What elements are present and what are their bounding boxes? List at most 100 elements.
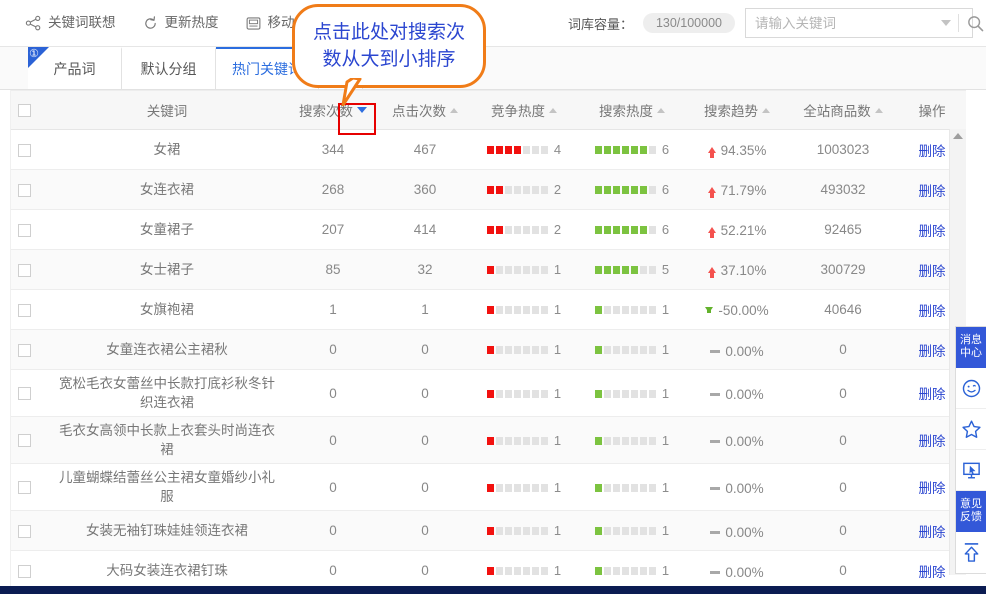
heat-bar-segment: [630, 306, 638, 315]
row-delete-button[interactable]: 删除: [919, 481, 946, 496]
row-checkbox[interactable]: [17, 434, 31, 448]
favorite-button[interactable]: [956, 409, 986, 450]
heat-bar-segment: [639, 527, 647, 536]
chevron-down-icon[interactable]: [941, 20, 951, 26]
sort-asc-arrow-icon[interactable]: [450, 107, 458, 113]
row-delete-button[interactable]: 删除: [919, 525, 946, 540]
header-search-count[interactable]: 搜索次数: [286, 90, 380, 130]
trend-value: 0.00%: [725, 481, 764, 496]
search-input[interactable]: [746, 9, 941, 37]
heat-bars: [594, 226, 656, 235]
scroll-up-arrow-icon[interactable]: [953, 133, 963, 139]
sort-desc-arrow-icon[interactable]: [357, 107, 367, 113]
table-row[interactable]: 女旗袍裙 1 1 1 1 -50.00% 40646 删除: [0, 289, 966, 330]
tab-default-group[interactable]: 默认分组: [122, 47, 216, 89]
trend-cell: 0.00%: [686, 416, 788, 464]
smiley-button[interactable]: [956, 368, 986, 409]
table-row[interactable]: 毛衣女高领中长款上衣套头时尚连衣裙 0 0 1 1 0.00% 0 删除: [0, 416, 966, 464]
row-checkbox[interactable]: [17, 183, 31, 197]
screen-cursor-button[interactable]: [956, 450, 986, 491]
row-delete-button[interactable]: 删除: [919, 387, 946, 402]
heat-bar-segment: [522, 186, 530, 195]
header-search-heat[interactable]: 搜索热度: [578, 90, 686, 130]
header-goods-count[interactable]: 全站商品数: [788, 90, 898, 130]
row-delete-button[interactable]: 删除: [919, 434, 946, 449]
heat-bar-segment: [603, 346, 611, 355]
heat-bar-segment: [495, 389, 503, 398]
row-delete-button[interactable]: 删除: [919, 264, 946, 279]
row-delete-button[interactable]: 删除: [919, 344, 946, 359]
heat-bar-segment: [531, 146, 539, 155]
search-count-cell: 85: [286, 249, 380, 290]
star-icon: [961, 419, 981, 438]
table-row[interactable]: 儿童蝴蝶结蕾丝公主裙女童婚纱小礼服 0 0 1 1 0.00% 0 删除: [0, 463, 966, 511]
table-row[interactable]: 女童裙子 207 414 2 6 52.21% 92465 删除: [0, 209, 966, 250]
row-checkbox[interactable]: [17, 343, 31, 357]
heat-bar-segment: [648, 483, 656, 492]
table-row[interactable]: 宽松毛衣女蕾丝中长款打底衫秋冬针织连衣裙 0 0 1 1 0.00% 0 删除: [0, 369, 966, 417]
row-delete-button[interactable]: 删除: [919, 184, 946, 199]
heat-bar-segment: [486, 306, 494, 315]
heat-bar-segment: [648, 346, 656, 355]
keyword-text: 女旗袍裙: [140, 302, 194, 317]
row-checkbox[interactable]: [17, 303, 31, 317]
table-row[interactable]: 女士裙子 85 32 1 5 37.10% 300729 删除: [0, 249, 966, 290]
sort-asc-arrow-icon[interactable]: [549, 107, 557, 113]
heat-bar-segment: [495, 266, 503, 275]
keyword-text: 女连衣裙: [140, 182, 194, 197]
header-trend[interactable]: 搜索趋势: [686, 90, 788, 130]
back-to-top-button[interactable]: [956, 532, 986, 573]
table-row[interactable]: 女童连衣裙公主裙秋 0 0 1 1 0.00% 0 删除: [0, 329, 966, 370]
heat-bar-segment: [495, 346, 503, 355]
table-row[interactable]: 女裙 344 467 4 6 94.35% 1003023 删除: [0, 129, 966, 170]
row-checkbox[interactable]: [17, 481, 31, 495]
trend-flat-icon: [710, 440, 721, 443]
row-checkbox[interactable]: [17, 387, 31, 401]
keyword-cell: 女连衣裙: [48, 169, 286, 210]
select-all-checkbox[interactable]: [17, 104, 31, 118]
row-delete-button[interactable]: 删除: [919, 565, 946, 580]
heat-bar-segment: [513, 226, 521, 235]
heat-bars: [486, 527, 548, 536]
row-delete-button[interactable]: 删除: [919, 304, 946, 319]
keyword-cell: 女装无袖钉珠娃娃领连衣裙: [48, 510, 286, 551]
search-heat-cell: 1: [578, 550, 686, 591]
click-count-cell: 0: [380, 416, 470, 464]
keyword-suggestion-button[interactable]: 关键词联想: [12, 8, 129, 38]
table-row[interactable]: 大码女装连衣裙钉珠 0 0 1 1 0.00% 0 删除: [0, 550, 966, 591]
sort-asc-arrow-icon[interactable]: [762, 107, 770, 113]
table-row[interactable]: 女连衣裙 268 360 2 6 71.79% 493032 删除: [0, 169, 966, 210]
heat-bar-segment: [630, 389, 638, 398]
row-checkbox[interactable]: [17, 263, 31, 277]
table-head: 关键词 搜索次数 点击次数 竞争热度 搜索热度 搜索趋势 全站商品数 操作: [0, 90, 966, 130]
header-click-count[interactable]: 点击次数: [380, 90, 470, 130]
row-checkbox[interactable]: [17, 524, 31, 538]
row-delete-button[interactable]: 删除: [919, 224, 946, 239]
table-row[interactable]: 女装无袖钉珠娃娃领连衣裙 0 0 1 1 0.00% 0 删除: [0, 510, 966, 551]
keyword-text: 宽松毛衣女蕾丝中长款打底衫秋冬针织连衣裙: [59, 376, 275, 410]
search-button[interactable]: [959, 9, 986, 37]
tab-label: 默认分组: [140, 61, 197, 77]
click-count-cell: 0: [380, 329, 470, 370]
feedback-button[interactable]: 意见反馈: [956, 491, 986, 532]
heat-bar-segment: [486, 436, 494, 445]
search-heat-cell: 1: [578, 289, 686, 330]
refresh-heat-button[interactable]: 更新热度: [129, 8, 232, 38]
search-box[interactable]: [745, 8, 984, 38]
heat-bar-segment: [522, 146, 530, 155]
row-checkbox[interactable]: [17, 223, 31, 237]
message-center-button[interactable]: 消息中心: [956, 327, 986, 368]
callout-line-1: 点击此处对搜索次: [312, 22, 465, 43]
heat-bars: [486, 346, 548, 355]
heat-bar-segment: [531, 527, 539, 536]
row-checkbox[interactable]: [17, 564, 31, 578]
trend-cell: 37.10%: [686, 249, 788, 290]
row-checkbox[interactable]: [17, 143, 31, 157]
heat-bar-segment: [486, 527, 494, 536]
search-count-cell: 0: [286, 550, 380, 591]
sort-asc-arrow-icon[interactable]: [874, 107, 883, 113]
header-competition[interactable]: 竞争热度: [470, 90, 578, 130]
row-delete-button[interactable]: 删除: [919, 144, 946, 159]
goods-count-cell: 0: [788, 329, 898, 370]
sort-asc-arrow-icon[interactable]: [657, 107, 665, 113]
